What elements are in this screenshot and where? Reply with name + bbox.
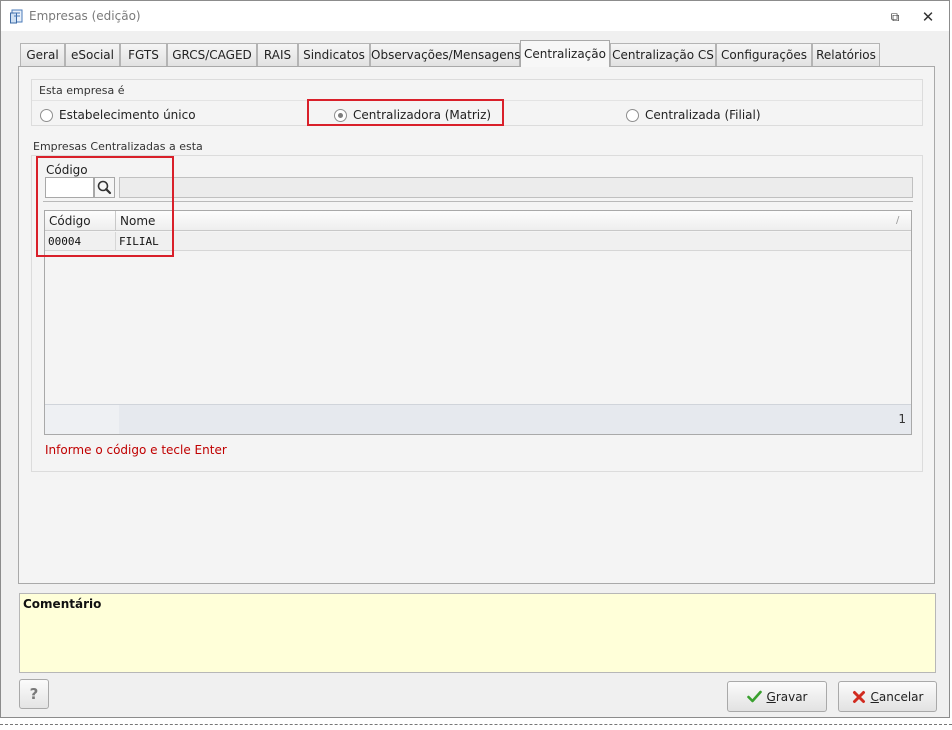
radio-label: Centralizada (Filial) [645, 108, 761, 122]
restore-button[interactable]: ⧉ [883, 7, 907, 27]
tab-fgts[interactable]: FGTS [120, 43, 167, 66]
sort-indicator-icon: / [896, 215, 900, 226]
checkmark-icon [746, 690, 762, 703]
comment-box[interactable]: Comentário [19, 593, 936, 673]
record-count: 1 [898, 412, 906, 426]
tab-centralizacao[interactable]: Centralização [520, 40, 610, 67]
radio-unchecked-icon [626, 108, 639, 122]
radio-unchecked-icon [40, 108, 53, 122]
radio-label: Estabelecimento único [59, 108, 196, 122]
tab-grcs-caged[interactable]: GRCS/CAGED [167, 43, 257, 66]
centralizadas-grid: Código Nome / 00004 FILIAL 1 [44, 210, 912, 435]
nome-readonly-field [119, 177, 913, 198]
highlight-matriz-box [307, 99, 504, 126]
empresa-tipo-title: Esta empresa é [39, 84, 125, 97]
grid-footer-indicator [45, 405, 119, 434]
comment-label: Comentário [23, 597, 102, 611]
grid-footer: 1 [45, 404, 911, 434]
tab-strip: Geral eSocial FGTS GRCS/CAGED RAIS Sindi… [20, 40, 920, 67]
tab-relatorios[interactable]: Relatórios [812, 43, 880, 66]
title-bar: Empresas (edição) ⧉ ✕ [1, 1, 949, 31]
help-button[interactable]: ? [19, 679, 49, 709]
app-icon [10, 9, 24, 24]
save-button[interactable]: Gravar [727, 681, 827, 712]
window-title: Empresas (edição) [29, 9, 141, 23]
cancel-button[interactable]: Cancelar [838, 681, 937, 712]
grid-header: Código Nome / [45, 211, 911, 231]
centralizadas-title: Empresas Centralizadas a esta [33, 140, 203, 153]
cancel-label: Cancelar [870, 689, 924, 704]
tab-configuracoes[interactable]: Configurações [716, 43, 812, 66]
tab-sindicatos[interactable]: Sindicatos [298, 43, 370, 66]
screen-bottom-edge [0, 724, 952, 730]
radio-estabelecimento-unico[interactable]: Estabelecimento único [40, 107, 196, 123]
radio-centralizada-filial[interactable]: Centralizada (Filial) [626, 107, 761, 123]
close-button[interactable]: ✕ [916, 7, 940, 27]
edit-window: Empresas (edição) ⧉ ✕ Geral eSocial FGTS… [0, 0, 950, 718]
tab-centralizacao-cs[interactable]: Centralização CS [610, 43, 716, 66]
column-header-nome[interactable]: Nome [116, 211, 876, 231]
cancel-x-icon [852, 690, 865, 703]
highlight-codigo-box [36, 156, 174, 257]
table-row[interactable]: 00004 FILIAL [45, 232, 911, 251]
centralizacao-panel: Esta empresa é Estabelecimento único Cen… [18, 66, 935, 584]
hint-text: Informe o código e tecle Enter [45, 443, 227, 457]
tab-geral[interactable]: Geral [20, 43, 65, 66]
tab-rais[interactable]: RAIS [257, 43, 298, 66]
tab-esocial[interactable]: eSocial [65, 43, 120, 66]
save-label: Gravar [766, 689, 808, 704]
tab-observacoes-mensagens[interactable]: Observações/Mensagens [370, 43, 521, 66]
